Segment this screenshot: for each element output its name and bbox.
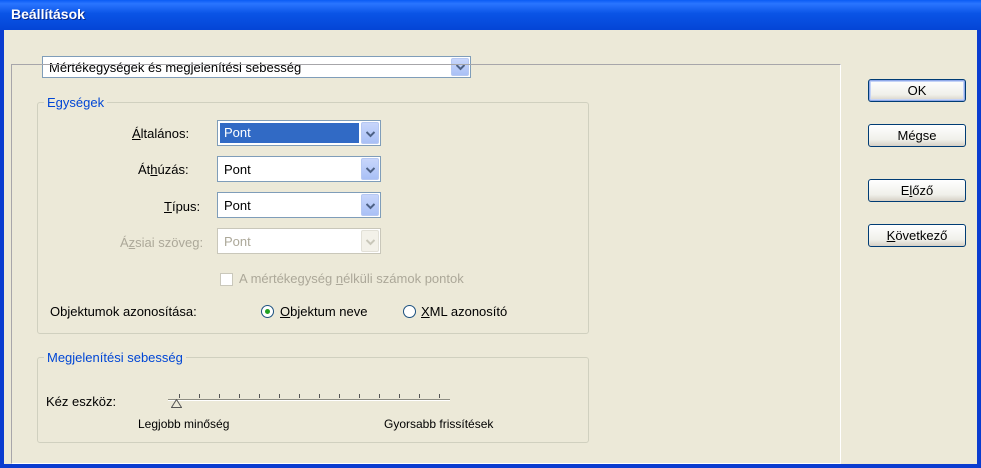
chevron-down-icon[interactable] (361, 122, 379, 144)
slider-tick (319, 394, 320, 398)
unitless-points-label: A mértékegység nélküli számok pontok (239, 271, 464, 286)
slider-tick (339, 394, 340, 398)
type-label: Típus: (164, 199, 201, 214)
slider-tick (379, 394, 380, 398)
slider-tick (239, 394, 240, 398)
type-units-value: Pont (224, 198, 251, 213)
asian-text-label: Ázsiai szöveg: (120, 235, 204, 250)
chevron-down-icon (361, 230, 379, 252)
slider-thumb-icon[interactable] (171, 399, 182, 408)
general-units-select[interactable]: Pont (217, 120, 381, 146)
general-units-value: Pont (220, 123, 359, 143)
chevron-down-icon[interactable] (361, 194, 379, 216)
object-name-radio[interactable] (261, 305, 274, 318)
slider-tick (399, 394, 400, 398)
type-units-select[interactable]: Pont (217, 192, 381, 218)
dialog-body: Mértékegységek és megjelenítési sebesség… (4, 30, 977, 464)
strikethrough-units-value: Pont (224, 162, 251, 177)
slider-tick (279, 394, 280, 398)
slider-max-label: Gyorsabb frissítések (384, 417, 494, 431)
xml-id-label[interactable]: XML azonosító (421, 304, 507, 319)
slider-track (168, 399, 450, 401)
hand-tool-label: Kéz eszköz: (46, 394, 117, 409)
ok-button[interactable]: OK (868, 79, 966, 102)
object-name-label[interactable]: Objektum neve (280, 304, 367, 319)
slider-tick (199, 394, 200, 398)
slider-tick (259, 394, 260, 398)
asian-text-units-value: Pont (224, 234, 251, 249)
unitless-points-checkbox[interactable] (220, 273, 233, 286)
strikethrough-label: Áthúzás: (138, 162, 189, 177)
preferences-window: Beállítások Mértékegységek és megjelenít… (0, 0, 981, 468)
general-label: Általános: (132, 126, 190, 141)
previous-button[interactable]: Előző (868, 179, 966, 202)
slider-min-label: Legjobb minőség (138, 417, 230, 431)
title-bar[interactable]: Beállítások (0, 0, 981, 30)
slider-tick (179, 394, 180, 398)
chevron-down-icon[interactable] (361, 158, 379, 180)
slider-tick (419, 394, 420, 398)
strikethrough-units-select[interactable]: Pont (217, 156, 381, 182)
slider-tick (439, 394, 440, 398)
next-button[interactable]: Következő (868, 224, 966, 247)
radio-selected-dot (265, 309, 270, 314)
cancel-button[interactable]: Mégse (868, 124, 966, 147)
object-id-label: Objektumok azonosítása: (50, 304, 197, 319)
slider-tick (299, 394, 300, 398)
slider-tick (219, 394, 220, 398)
asian-text-units-select: Pont (217, 228, 381, 254)
display-speed-legend: Megjelenítési sebesség (44, 350, 186, 365)
xml-id-radio[interactable] (403, 305, 416, 318)
slider-tick (359, 394, 360, 398)
window-title: Beállítások (11, 6, 85, 22)
units-legend: Egységek (44, 95, 108, 110)
hand-tool-slider[interactable] (164, 392, 454, 414)
